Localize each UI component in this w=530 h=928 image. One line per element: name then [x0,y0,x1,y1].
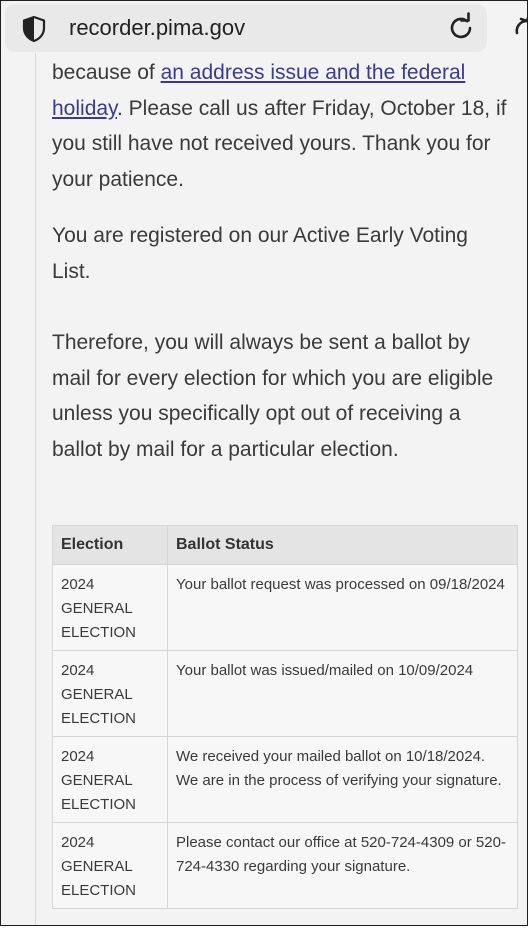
early-voting-paragraph: Therefore, you will always be sent a bal… [52,331,494,461]
ballot-status-column-header: Ballot Status [167,525,518,565]
ballot-status-table: Election Ballot Status 2024 GENERAL ELEC… [52,525,518,909]
reload-icon[interactable] [445,12,477,44]
phone-screen: because of an address issue and the fede… [0,0,528,926]
election-cell: 2024 GENERAL ELECTION [52,736,168,823]
election-year: 2024 [61,834,95,851]
shield-icon[interactable] [19,14,49,44]
page-content: because of an address issue and the fede… [35,53,527,925]
url-text[interactable]: recorder.pima.gov [69,15,245,41]
election-year: 2024 [61,576,95,593]
election-cell: 2024 GENERAL ELECTION [52,564,168,651]
status-cell: Your ballot request was processed on 09/… [167,564,518,651]
status-cell: Please contact our office at 520-724-430… [167,822,518,909]
table-row: 2024 GENERAL ELECTION Please contact our… [52,822,518,909]
notice-paragraph: because of an address issue and the fede… [52,55,512,197]
election-column-header: Election [52,525,168,565]
election-word: ELECTION [61,796,137,813]
address-bar[interactable]: recorder.pima.gov [5,4,487,52]
election-type: GENERAL [61,772,133,789]
table-header-row: Election Ballot Status [52,525,518,565]
registration-paragraph: You are registered on our Active Early V… [52,224,468,283]
election-word: ELECTION [61,882,137,899]
table-row: 2024 GENERAL ELECTION We received your m… [52,736,518,823]
election-type: GENERAL [61,600,133,617]
election-year: 2024 [61,662,95,679]
election-type: GENERAL [61,686,133,703]
election-word: ELECTION [61,710,137,727]
election-type: GENERAL [61,858,133,875]
table-row: 2024 GENERAL ELECTION Your ballot reques… [52,564,518,651]
election-cell: 2024 GENERAL ELECTION [52,650,168,737]
election-cell: 2024 GENERAL ELECTION [52,822,168,909]
status-cell: We received your mailed ballot on 10/18/… [167,736,518,823]
share-icon[interactable] [501,7,528,47]
status-cell: Your ballot was issued/mailed on 10/09/2… [167,650,518,737]
table-row: 2024 GENERAL ELECTION Your ballot was is… [52,650,518,737]
notice-text-start: because of [52,61,161,84]
notice-text-end: . Please call us after Friday, October 1… [52,96,507,191]
election-word: ELECTION [61,624,137,641]
election-year: 2024 [61,748,95,765]
